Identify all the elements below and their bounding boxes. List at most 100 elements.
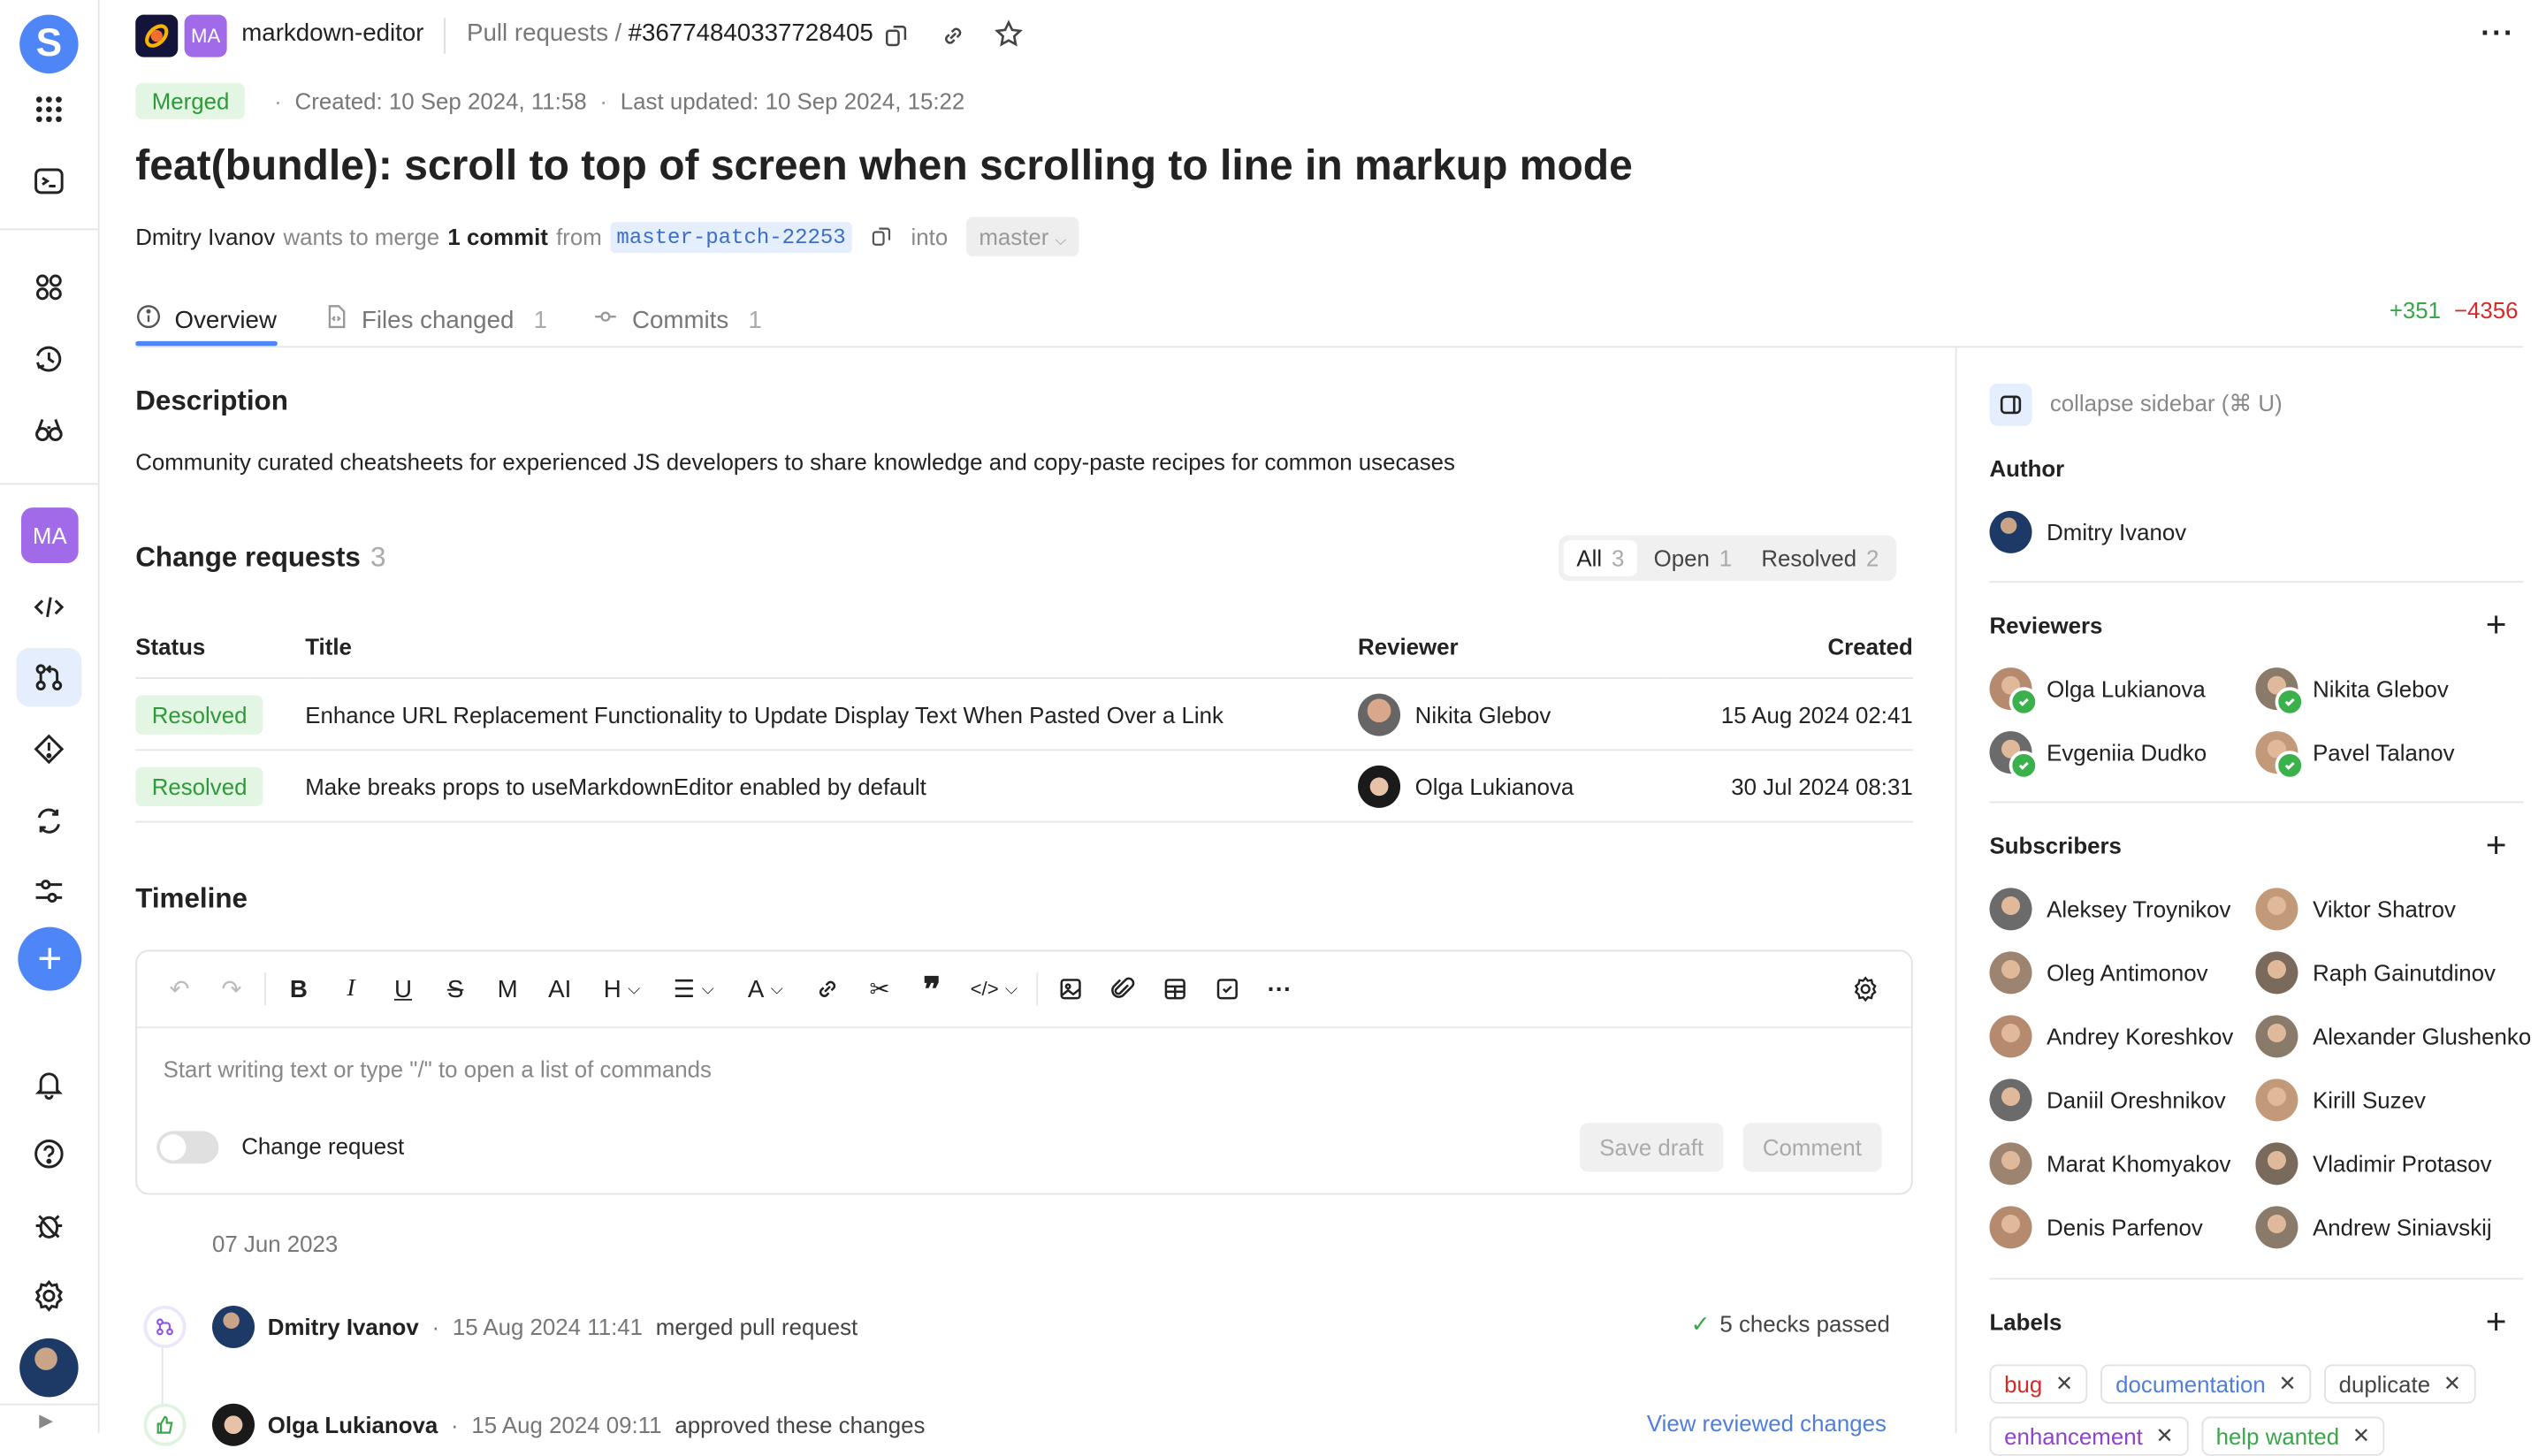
person-item[interactable]: Viktor Shatrov [2255,888,2456,931]
collapse-sidebar-button[interactable] [1989,383,2032,426]
mark-icon[interactable]: AI [534,964,586,1013]
tab-files-changed[interactable]: Files changed 1 [323,293,547,346]
tab-commits[interactable]: Commits 1 [593,293,762,346]
event-author[interactable]: Dmitry Ivanov [268,1314,419,1340]
star-icon[interactable] [992,18,1025,50]
help-icon[interactable] [16,1124,81,1183]
repo-name-link[interactable]: markdown-editor [241,19,423,47]
more-tools-icon[interactable]: ··· [1254,964,1306,1013]
copy-icon[interactable] [880,19,912,52]
breadcrumb-pull-requests[interactable]: Pull requests [467,19,608,47]
person-item[interactable]: Alexander Glushenko [2255,1015,2531,1058]
person-item[interactable]: Kirill Suzev [2255,1079,2426,1122]
create-button[interactable]: + [18,926,82,991]
author-link[interactable]: Dmitry Ivanov [135,224,275,250]
add-reviewer-button[interactable]: + [2486,606,2507,644]
table-row[interactable]: Resolved Make breaks props to useMarkdow… [135,750,1913,823]
terminal-icon[interactable] [16,152,81,210]
app-logo[interactable]: S [19,14,79,74]
target-branch-select[interactable]: master ⌵ [965,217,1079,256]
history-icon[interactable] [16,330,81,388]
bold-icon[interactable]: B [272,964,324,1013]
remove-label-icon[interactable]: ✕ [2156,1423,2174,1450]
checks-status[interactable]: ✓ 5 checks passed [1691,1310,1890,1338]
list-menu-icon[interactable]: ☰ ⌵ [658,964,729,1013]
user-avatar[interactable] [19,1338,79,1398]
label-chip[interactable]: bug ✕ [1989,1364,2088,1404]
change-request-title[interactable]: Make breaks props to useMarkdownEditor e… [305,750,1359,823]
person-item[interactable]: Marat Khomyakov [1989,1142,2230,1185]
filter-open[interactable]: Open 1 [1641,540,1745,576]
remove-label-icon[interactable]: ✕ [2055,1371,2073,1398]
copy-branch-icon[interactable] [870,225,893,248]
add-subscriber-button[interactable]: + [2486,827,2507,864]
link-icon[interactable] [937,19,970,52]
label-chip[interactable]: duplicate ✕ [2324,1364,2476,1404]
label-chip[interactable]: documentation ✕ [2100,1364,2312,1404]
label-chip[interactable]: enhancement ✕ [1989,1416,2189,1456]
ci-cd-icon[interactable] [16,791,81,850]
person-item[interactable]: Olga Lukianova [1989,667,2206,717]
bell-icon[interactable] [16,1055,81,1113]
checkbox-icon[interactable] [1201,964,1254,1013]
redo-icon[interactable]: ↷ [206,964,258,1013]
more-menu-icon[interactable]: ··· [2481,16,2515,50]
person-item[interactable]: Vladimir Protasov [2255,1142,2492,1185]
person-item[interactable]: Daniil Oreshnikov [1989,1079,2226,1122]
author-item[interactable]: Dmitry Ivanov [1989,510,2186,553]
strikethrough-icon[interactable]: S [430,964,482,1013]
source-branch[interactable]: master-patch-22253 [610,221,853,253]
filter-resolved[interactable]: Resolved 2 [1749,540,1893,576]
gear-icon[interactable] [1840,964,1892,1013]
tab-overview[interactable]: Overview [135,293,277,346]
link-icon[interactable] [801,964,853,1013]
person-item[interactable]: Oleg Antimonov [1989,951,2208,995]
color-menu-icon[interactable]: A ⌵ [729,964,801,1013]
cut-icon[interactable]: ✂ [854,964,906,1013]
pull-requests-icon[interactable] [16,647,82,707]
attachment-icon[interactable] [1097,964,1149,1013]
person-item[interactable]: Andrew Siniavskij [2255,1206,2492,1249]
code-icon[interactable] [16,578,81,637]
add-label-button[interactable]: + [2486,1303,2507,1340]
label-chip[interactable]: help wanted ✕ [2201,1416,2385,1456]
binoculars-icon[interactable] [16,400,81,458]
event-author[interactable]: Olga Lukianova [268,1412,438,1438]
merge-event-icon [143,1305,187,1348]
filter-all[interactable]: All 3 [1563,540,1638,576]
person-item[interactable]: Andrey Koreshkov [1989,1015,2233,1058]
comment-input[interactable]: Start writing text or type "/" to open a… [164,1056,712,1082]
change-request-toggle[interactable] [156,1131,219,1164]
monospace-icon[interactable]: M [482,964,534,1013]
remove-label-icon[interactable]: ✕ [2352,1423,2370,1450]
dashboard-icon[interactable] [16,258,81,316]
italic-icon[interactable]: I [324,964,377,1013]
settings-sliders-icon[interactable] [16,862,81,920]
bug-report-icon[interactable] [16,1196,81,1254]
issues-icon[interactable] [16,720,81,778]
table-row[interactable]: Resolved Enhance URL Replacement Functio… [135,678,1913,751]
person-item[interactable]: Nikita Glebov [2255,667,2449,717]
comment-button[interactable]: Comment [1742,1123,1882,1172]
remove-label-icon[interactable]: ✕ [2443,1371,2461,1398]
expand-nav-icon[interactable]: ▶ [39,1410,53,1431]
person-item[interactable]: Aleksey Troynikov [1989,888,2230,931]
image-icon[interactable] [1045,964,1097,1013]
gear-icon[interactable] [16,1267,81,1325]
save-draft-button[interactable]: Save draft [1580,1123,1724,1172]
quote-icon[interactable]: ❞ [906,964,958,1013]
view-reviewed-changes-link[interactable]: View reviewed changes [1647,1410,1887,1437]
apps-grid-icon[interactable] [16,80,81,138]
table-icon[interactable] [1149,964,1201,1013]
person-item[interactable]: Evgeniia Dudko [1989,731,2207,781]
project-avatar[interactable]: MA [21,507,79,563]
code-menu-icon[interactable]: </> ⌵ [958,964,1030,1013]
heading-menu-icon[interactable]: H ⌵ [586,964,658,1013]
change-request-title[interactable]: Enhance URL Replacement Functionality to… [305,678,1359,751]
undo-icon[interactable]: ↶ [154,964,206,1013]
person-item[interactable]: Denis Parfenov [1989,1206,2203,1249]
underline-icon[interactable]: U [377,964,429,1013]
remove-label-icon[interactable]: ✕ [2278,1371,2296,1398]
person-item[interactable]: Raph Gainutdinov [2255,951,2496,995]
person-item[interactable]: Pavel Talanov [2255,731,2455,781]
